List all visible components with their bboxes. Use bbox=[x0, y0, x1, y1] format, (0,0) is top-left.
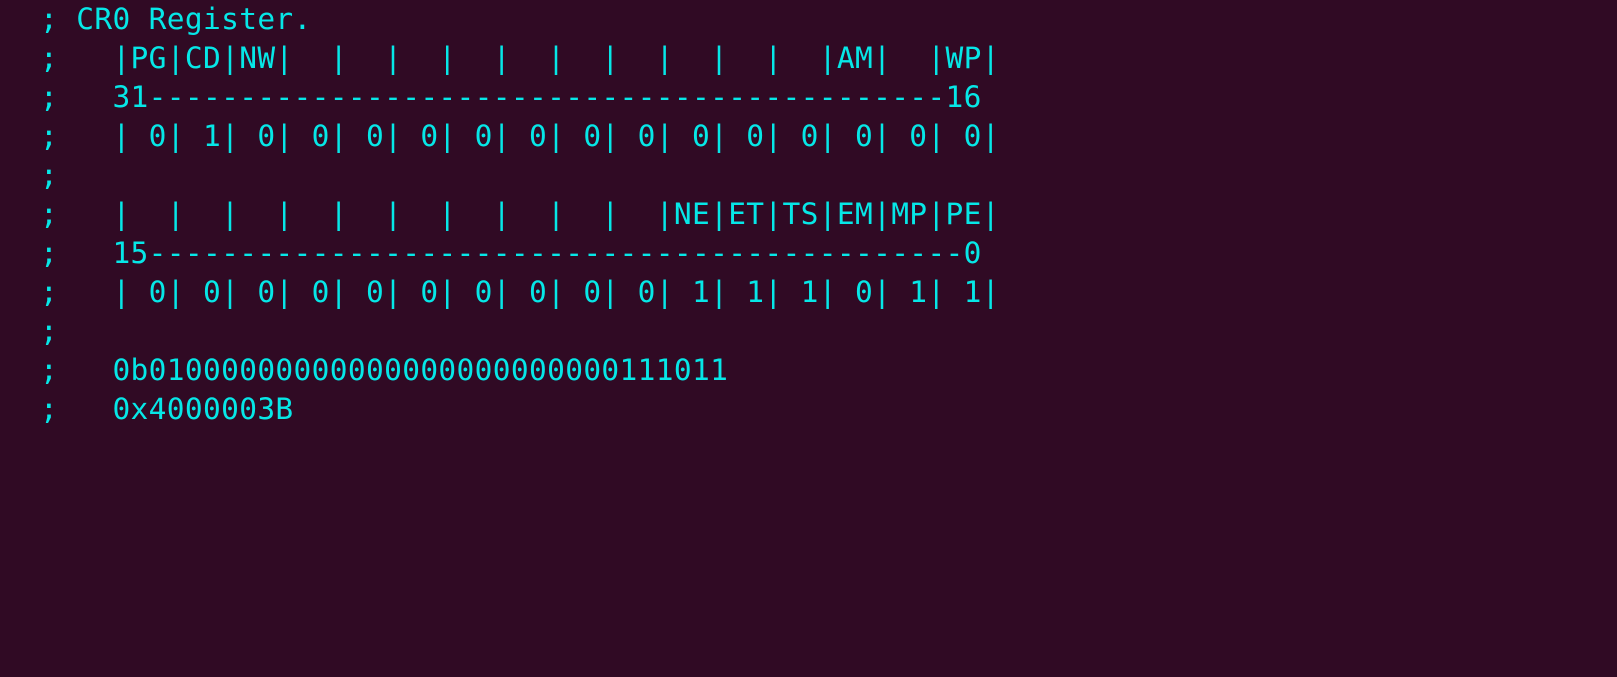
line-low-bit-range: ; 15------------------------------------… bbox=[40, 236, 982, 270]
line-binary-value: ; 0b01000000000000000000000000111011 bbox=[40, 353, 729, 387]
line-high-bit-flags: ; |PG|CD|NW| | | | | | | | | | |AM| |WP| bbox=[40, 41, 1000, 75]
line-low-bit-flags: ; | | | | | | | | | | |NE|ET|TS|EM|MP|PE… bbox=[40, 197, 1000, 231]
terminal-output[interactable]: ; CR0 Register. ; |PG|CD|NW| | | | | | | … bbox=[40, 0, 1000, 429]
line-separator-2: ; bbox=[40, 314, 59, 348]
line-hex-value: ; 0x4000003B bbox=[40, 392, 294, 426]
line-separator-1: ; bbox=[40, 158, 59, 192]
line-title: ; CR0 Register. bbox=[40, 2, 312, 36]
line-high-bit-values: ; | 0| 1| 0| 0| 0| 0| 0| 0| 0| 0| 0| 0| … bbox=[40, 119, 1000, 153]
line-high-bit-range: ; 31------------------------------------… bbox=[40, 80, 982, 114]
line-low-bit-values: ; | 0| 0| 0| 0| 0| 0| 0| 0| 0| 0| 1| 1| … bbox=[40, 275, 1000, 309]
